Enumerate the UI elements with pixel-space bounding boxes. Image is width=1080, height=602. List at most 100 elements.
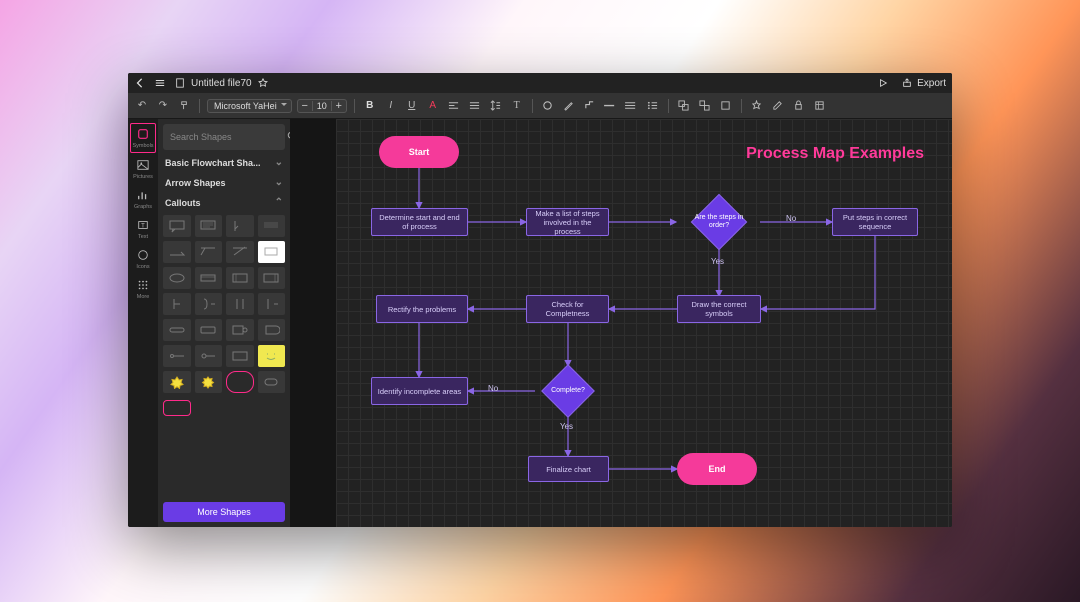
- callout-shape[interactable]: [163, 400, 191, 416]
- undo-icon[interactable]: ↶: [134, 98, 150, 114]
- callout-shape[interactable]: [258, 215, 286, 237]
- doc-title[interactable]: Untitled file70: [191, 78, 252, 89]
- font-size-value[interactable]: 10: [312, 101, 332, 111]
- node-rectify[interactable]: Rectify the problems: [376, 295, 468, 323]
- line-height-icon[interactable]: [488, 98, 504, 114]
- node-drawsym[interactable]: Draw the correct symbols: [677, 295, 761, 323]
- callout-shape[interactable]: [226, 293, 254, 315]
- callout-shape[interactable]: [258, 371, 286, 393]
- callout-shape[interactable]: [195, 267, 223, 289]
- rail-item-graphs[interactable]: Graphs: [130, 185, 156, 213]
- rail-item-pictures[interactable]: Pictures: [130, 155, 156, 183]
- callout-shape[interactable]: [226, 371, 254, 393]
- titlebar: Untitled file70 Export: [128, 73, 952, 93]
- callout-shape[interactable]: [163, 267, 191, 289]
- arrange-icon[interactable]: [718, 98, 734, 114]
- callout-shape[interactable]: [195, 319, 223, 341]
- back-icon[interactable]: [134, 77, 146, 89]
- node-determine[interactable]: Determine start and end of process: [371, 208, 468, 236]
- callout-shape[interactable]: [226, 319, 254, 341]
- callout-shape[interactable]: [163, 319, 191, 341]
- ungroup-icon[interactable]: [697, 98, 713, 114]
- italic-button[interactable]: I: [383, 98, 399, 114]
- rail-item-more[interactable]: More: [130, 275, 156, 303]
- export-button[interactable]: Export: [901, 77, 946, 89]
- callout-shape[interactable]: [258, 241, 286, 263]
- node-end[interactable]: End: [677, 453, 757, 485]
- panel-gap: [290, 119, 336, 527]
- connector-icon[interactable]: [582, 98, 598, 114]
- rail-item-icons[interactable]: Icons: [130, 245, 156, 273]
- node-order-question[interactable]: Are the steps in order?: [686, 197, 752, 247]
- rail-item-text[interactable]: T Text: [130, 215, 156, 243]
- underline-button[interactable]: U: [404, 98, 420, 114]
- app-window: Untitled file70 Export ↶ ↷ Microsoft YaH…: [128, 73, 952, 527]
- callout-shape[interactable]: [258, 319, 286, 341]
- rail-item-symbols[interactable]: Symbols: [130, 123, 156, 153]
- category-callouts[interactable]: Callouts ⌃: [163, 195, 285, 210]
- callout-shape[interactable]: [226, 267, 254, 289]
- callout-shape[interactable]: [195, 215, 223, 237]
- more-shapes-button[interactable]: More Shapes: [163, 502, 285, 522]
- play-icon[interactable]: [877, 77, 889, 89]
- edge-label-no: No: [786, 214, 796, 223]
- callout-shape[interactable]: [163, 215, 191, 237]
- node-checkcomp[interactable]: Check for Completness: [526, 295, 609, 323]
- node-start[interactable]: Start: [379, 136, 459, 168]
- callout-shapes-grid: [163, 215, 285, 416]
- align-horizontal-icon[interactable]: [446, 98, 462, 114]
- edge-label-yes: Yes: [560, 422, 573, 431]
- redo-icon[interactable]: ↷: [155, 98, 171, 114]
- search-input[interactable]: [170, 132, 287, 142]
- format-painter-icon[interactable]: [176, 98, 192, 114]
- callout-shape[interactable]: [258, 345, 286, 367]
- line-style-select[interactable]: [603, 98, 619, 114]
- search-shapes[interactable]: [163, 124, 285, 150]
- fill-color-icon[interactable]: [540, 98, 556, 114]
- callout-shape[interactable]: [163, 345, 191, 367]
- category-basic-flowchart[interactable]: Basic Flowchart Sha... ⌄: [163, 155, 285, 170]
- font-size-stepper[interactable]: − 10 +: [297, 99, 347, 113]
- callout-shape[interactable]: [195, 371, 223, 393]
- callout-shape[interactable]: [163, 371, 191, 393]
- font-family-select[interactable]: Microsoft YaHei: [207, 99, 292, 113]
- chevron-down-icon: ⌄: [275, 157, 283, 168]
- callout-shape[interactable]: [226, 215, 254, 237]
- bold-button[interactable]: B: [362, 98, 378, 114]
- callout-shape[interactable]: [195, 241, 223, 263]
- callout-shape[interactable]: [258, 293, 286, 315]
- category-arrow-shapes[interactable]: Arrow Shapes ⌄: [163, 175, 285, 190]
- chevron-up-icon: ⌃: [275, 197, 283, 208]
- callout-shape[interactable]: [163, 241, 191, 263]
- callout-shape[interactable]: [226, 345, 254, 367]
- node-identify[interactable]: Identify incomplete areas: [371, 377, 468, 405]
- edit-icon[interactable]: [770, 98, 786, 114]
- line-weight-select[interactable]: [624, 98, 640, 114]
- menu-icon[interactable]: [154, 77, 166, 89]
- favorite-icon[interactable]: [257, 77, 269, 89]
- node-complete-question[interactable]: Complete?: [536, 366, 600, 416]
- font-size-decrease[interactable]: −: [298, 100, 312, 112]
- layers-icon[interactable]: [812, 98, 828, 114]
- effects-icon[interactable]: [749, 98, 765, 114]
- pen-icon[interactable]: [561, 98, 577, 114]
- node-makelist[interactable]: Make a list of steps involved in the pro…: [526, 208, 609, 236]
- node-finalize[interactable]: Finalize chart: [528, 456, 609, 482]
- text-tool-icon[interactable]: T: [509, 98, 525, 114]
- callout-shape[interactable]: [195, 293, 223, 315]
- lock-icon[interactable]: [791, 98, 807, 114]
- font-size-increase[interactable]: +: [332, 100, 346, 112]
- group-icon[interactable]: [676, 98, 692, 114]
- callout-shape[interactable]: [195, 345, 223, 367]
- node-putsteps[interactable]: Put steps in correct sequence: [832, 208, 918, 236]
- font-color-button[interactable]: A: [425, 98, 441, 114]
- canvas[interactable]: Process Map Examples: [336, 119, 952, 527]
- callout-shape[interactable]: [163, 293, 191, 315]
- left-rail: Symbols Pictures Graphs T Text Icons Mor…: [128, 119, 158, 527]
- align-vertical-icon[interactable]: [467, 98, 483, 114]
- callout-shape[interactable]: [226, 241, 254, 263]
- edge-label-yes: Yes: [711, 257, 724, 266]
- callout-shape[interactable]: [258, 267, 286, 289]
- list-bullet-icon[interactable]: [645, 98, 661, 114]
- shapes-panel: Basic Flowchart Sha... ⌄ Arrow Shapes ⌄ …: [158, 119, 290, 527]
